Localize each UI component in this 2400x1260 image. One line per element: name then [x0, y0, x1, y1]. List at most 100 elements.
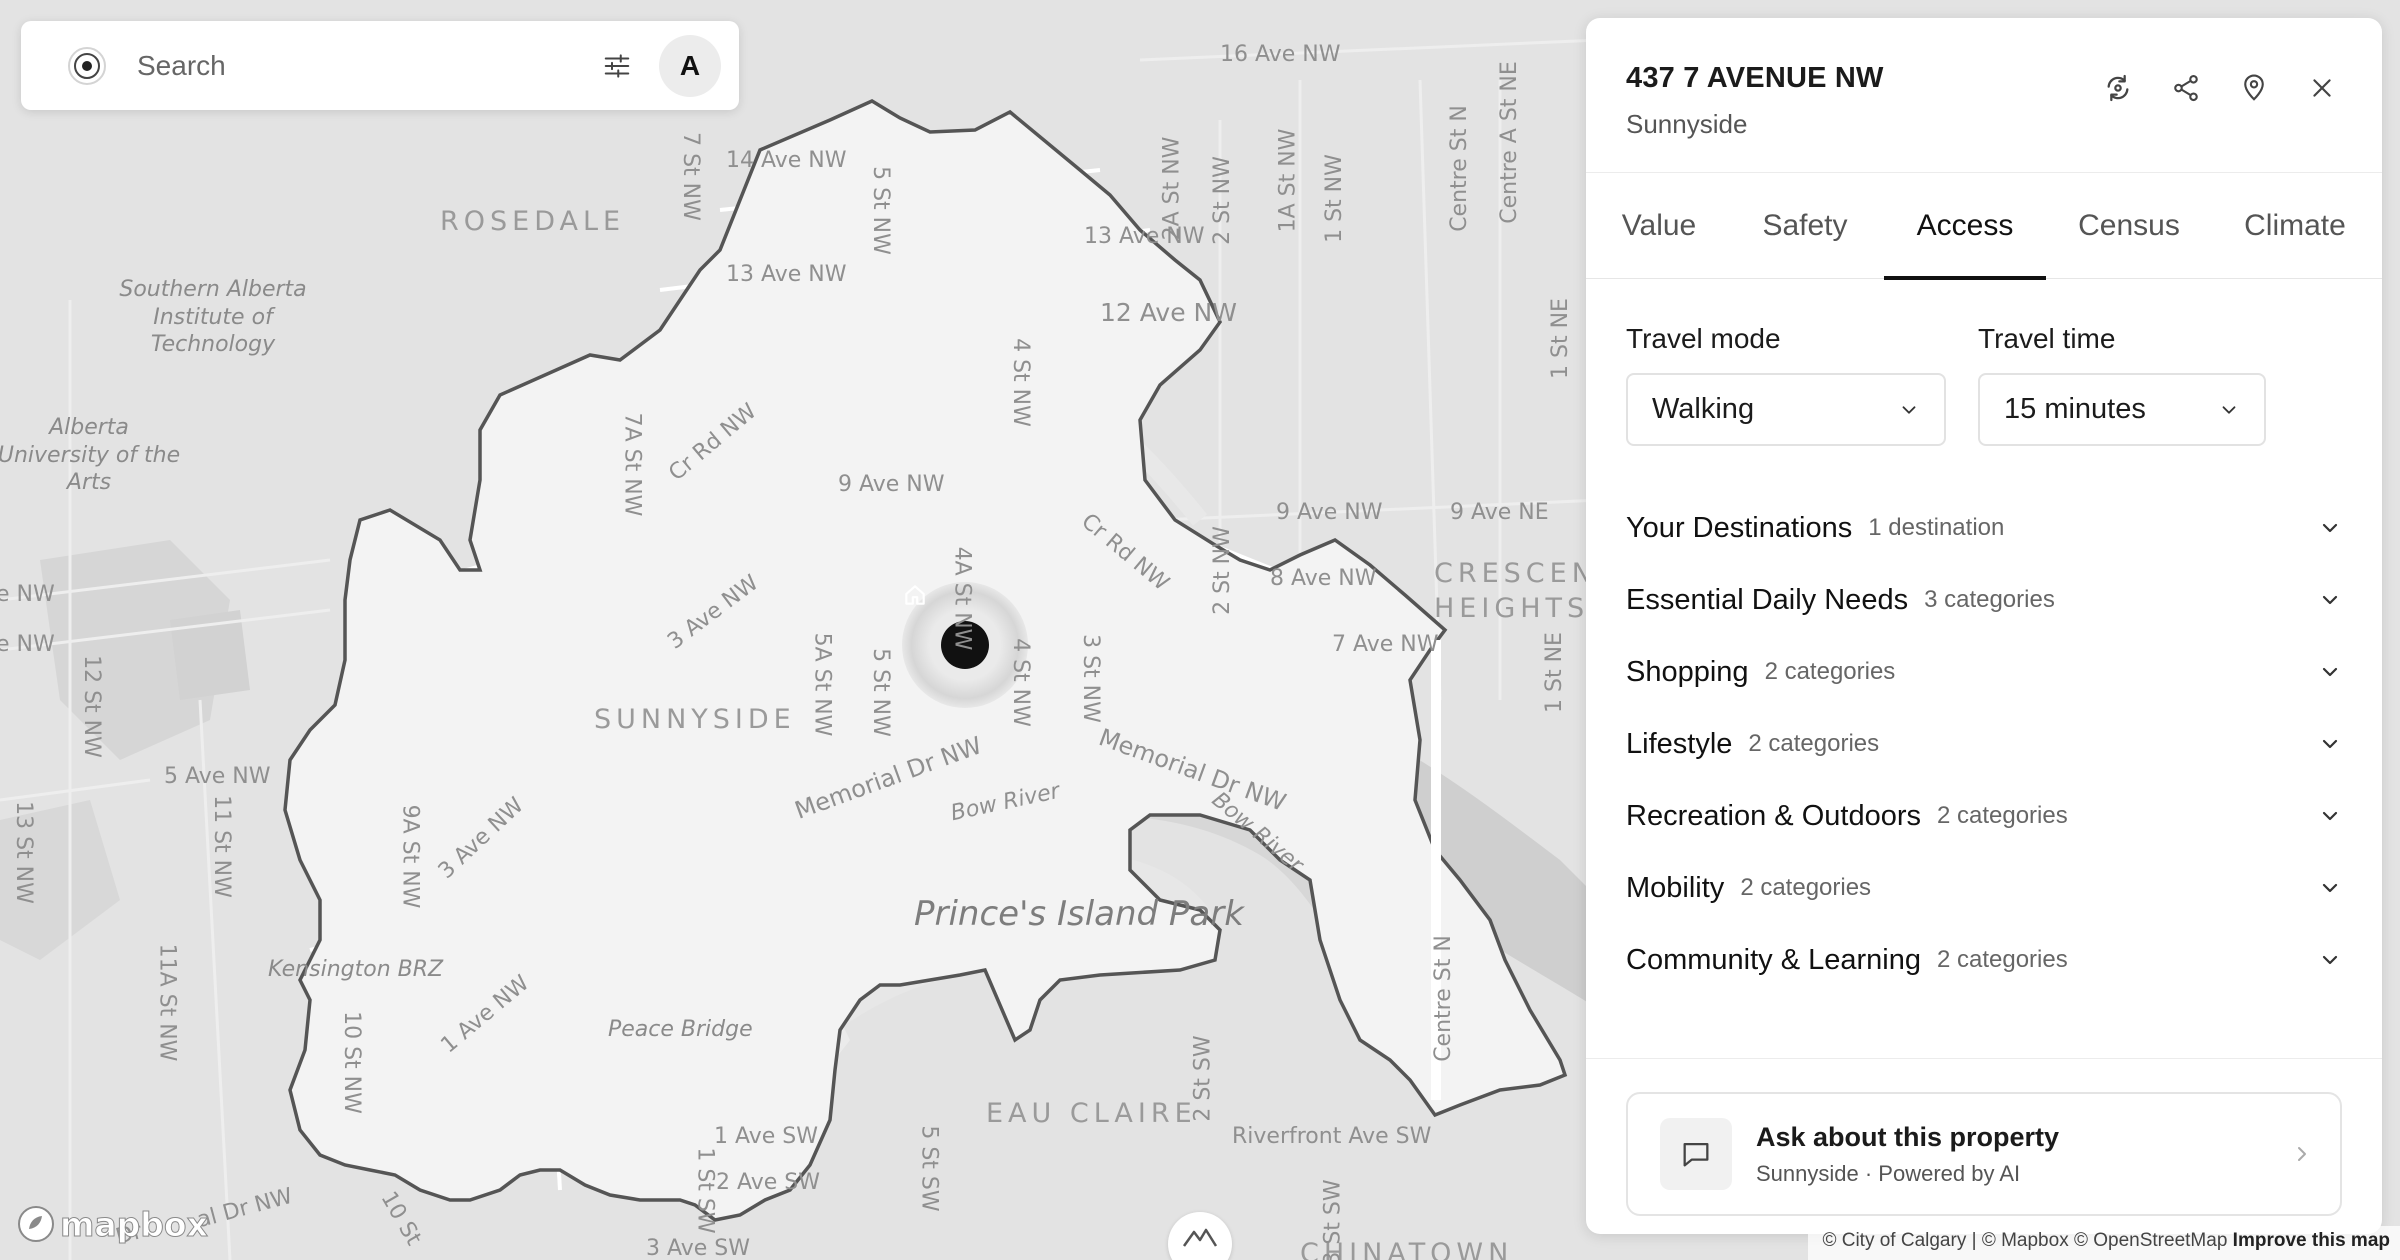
map-label-street: 1 St SW — [692, 1147, 718, 1234]
map-label-street: 1A St NW — [1275, 128, 1301, 233]
map-label-street: 9A St NW — [397, 804, 423, 909]
chevron-down-icon — [2322, 667, 2338, 677]
map-label-street: 1 St NW — [1321, 154, 1347, 243]
category-name: Essential Daily Needs — [1626, 583, 1909, 616]
chat-bubble — [1660, 1118, 1732, 1190]
chevron-down-icon — [2322, 883, 2338, 893]
refresh-pin-icon — [2107, 74, 2129, 102]
map-label-neighbourhood: SUNNYSIDE — [594, 704, 796, 735]
map-label-street: Centre St N — [1430, 935, 1456, 1062]
map-label-street: 3 Ave SW — [646, 1236, 751, 1260]
category-name: Mobility — [1626, 871, 1725, 904]
map-label-street: 1 St NE — [1547, 298, 1573, 379]
map-label-street: 7 St NW — [677, 132, 703, 221]
map-label-street: 11 St NW — [208, 795, 234, 898]
category-name: Community & Learning — [1626, 943, 1921, 976]
tab-access[interactable]: Access — [1884, 173, 2046, 280]
map-label-street: 13 St NW — [10, 801, 36, 904]
panel-actions — [2096, 66, 2344, 110]
close-icon — [2313, 79, 2331, 97]
map-label-neighbourhood: ROSEDALE — [440, 206, 626, 237]
travel-mode-value: Walking — [1652, 393, 1755, 425]
map-label-street: 1 Ave SW — [714, 1124, 819, 1149]
map-label-street: 3 St SW — [1320, 1179, 1346, 1260]
category-row[interactable]: Lifestyle 2 categories — [1586, 708, 2382, 780]
map-label-street: 5 Ave NW — [164, 764, 271, 789]
category-row[interactable]: Your Destinations 1 destination — [1586, 492, 2382, 564]
tab-census[interactable]: Census — [2046, 173, 2212, 279]
chevron-down-icon — [2322, 739, 2338, 749]
search-bar: Search A — [21, 21, 739, 110]
map-label-street: 3 St NW — [1077, 634, 1103, 723]
map-label-street: 2 Ave SW — [716, 1170, 821, 1195]
map-label-poi: Alberta University of the Arts — [0, 415, 181, 495]
property-panel: 437 7 AVENUE NW Sunnyside Value Safety A… — [1586, 18, 2382, 1234]
user-avatar-button[interactable]: A — [659, 34, 721, 97]
chevron-down-icon — [1902, 405, 1916, 414]
travel-controls: Travel mode Walking Travel time 15 minut… — [1586, 279, 2382, 446]
category-row[interactable]: Essential Daily Needs 3 categories — [1586, 564, 2382, 636]
mapbox-logo[interactable]: mapbox — [16, 1204, 208, 1244]
map-label-street: Centre A St NE — [1496, 61, 1522, 224]
map-label-street: 4 St NW — [1007, 638, 1033, 727]
mapbox-logo-text: mapbox — [60, 1204, 209, 1244]
map-label-street: 9 Ave NW — [838, 472, 945, 497]
panel-tabs: Value Safety Access Census Climate — [1586, 173, 2382, 280]
map-pin-icon — [2244, 74, 2264, 101]
map-label-street: 12 St NW — [78, 655, 104, 758]
tab-value[interactable]: Value — [1586, 173, 1732, 279]
share-button[interactable] — [2164, 66, 2208, 110]
map-label-neighbourhood: EAU CLAIRE — [986, 1098, 1197, 1129]
map-label-street: 1 St NE — [1541, 632, 1567, 713]
travel-time-select[interactable]: 15 minutes — [1978, 373, 2266, 446]
category-count: 2 categories — [1936, 802, 2068, 829]
attribution-text[interactable]: © City of Calgary | © Mapbox © OpenStree… — [1822, 1230, 2227, 1251]
map-label-street: 13 Ave NW — [726, 262, 847, 287]
map-label-street: 10 St NW — [338, 1011, 364, 1114]
category-name: Your Destinations — [1626, 511, 1853, 544]
chevron-down-icon — [2322, 523, 2338, 533]
category-name: Recreation & Outdoors — [1626, 799, 1921, 832]
map-label-street: 11A St NW — [154, 943, 180, 1062]
tab-safety[interactable]: Safety — [1732, 173, 1878, 279]
improve-map-link[interactable]: Improve this map — [2233, 1230, 2390, 1251]
filter-button[interactable] — [587, 36, 647, 96]
close-button[interactable] — [2300, 66, 2344, 110]
compare-button[interactable] — [2096, 66, 2140, 110]
tab-climate[interactable]: Climate — [2212, 173, 2378, 279]
panel-divider — [1586, 1058, 2382, 1059]
travel-mode-select[interactable]: Walking — [1626, 373, 1946, 446]
map-label-street: e NW — [0, 632, 55, 657]
target-logo-icon — [68, 46, 106, 85]
map-label-street: 5 St NW — [867, 648, 893, 737]
chat-icon — [1683, 1142, 1709, 1167]
map-label-street: 5 St NW — [867, 166, 893, 255]
map-label-poi: Peace Bridge — [608, 1017, 753, 1042]
map-attribution: © City of Calgary | © Mapbox © OpenStree… — [1808, 1226, 2400, 1260]
home-icon — [905, 585, 925, 605]
map-label-poi: Southern Alberta Institute of Technology — [119, 277, 307, 357]
chevron-down-icon — [2322, 811, 2338, 821]
property-neighbourhood: Sunnyside — [1626, 109, 1748, 139]
category-list: Your Destinations 1 destination Essentia… — [1586, 492, 2382, 996]
map-label-street: 2 St NW — [1209, 526, 1235, 615]
category-count: 2 categories — [1748, 730, 1880, 757]
category-row[interactable]: Shopping 2 categories — [1586, 636, 2382, 708]
map-label-street: 9 Ave NW — [1276, 500, 1383, 525]
category-row[interactable]: Recreation & Outdoors 2 categories — [1586, 780, 2382, 852]
map-label-street: 14 Ave NW — [726, 148, 847, 173]
map-label-street: e NW — [0, 582, 55, 607]
map-label-street: 8 Ave NW — [1270, 566, 1377, 591]
category-row[interactable]: Community & Learning 2 categories — [1586, 924, 2382, 996]
map-label-street: 2 St NW — [1209, 156, 1235, 245]
locate-button[interactable] — [2232, 66, 2276, 110]
map-label-street: 7A St NW — [619, 412, 645, 517]
map-label-street: 16 Ave NW — [1220, 42, 1341, 67]
map-label-street: 7 Ave NW — [1332, 632, 1439, 657]
app-logo[interactable] — [45, 21, 137, 110]
search-input[interactable]: Search — [137, 50, 587, 82]
category-row[interactable]: Mobility 2 categories — [1586, 852, 2382, 924]
ask-subtitle: Sunnyside · Powered by AI — [1756, 1160, 2021, 1186]
ask-property-button[interactable]: Ask about this property Sunnyside · Powe… — [1626, 1092, 2342, 1216]
category-name: Lifestyle — [1626, 727, 1733, 760]
